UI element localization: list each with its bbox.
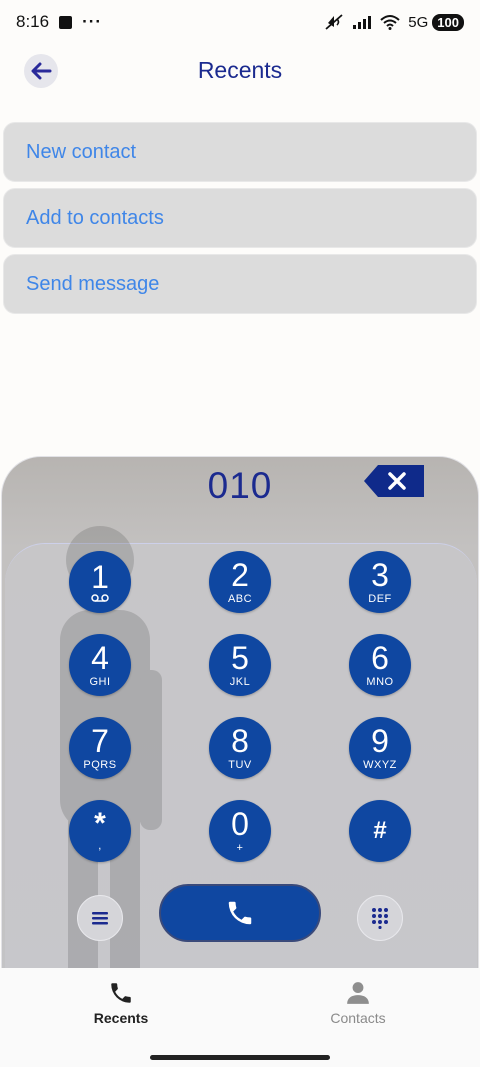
key-9[interactable]: 9 WXYZ xyxy=(349,717,411,779)
dialpad-icon xyxy=(372,908,388,929)
status-bar: 8:16 ··· 5G 100 xyxy=(0,0,480,44)
new-contact-button[interactable]: New contact xyxy=(3,122,477,182)
menu-icon xyxy=(92,912,108,925)
status-right: 5G 100 xyxy=(324,13,464,31)
key-6[interactable]: 6 MNO xyxy=(349,634,411,696)
menu-button[interactable] xyxy=(77,895,123,941)
wifi-icon xyxy=(380,15,400,30)
key-3[interactable]: 3 DEF xyxy=(349,551,411,613)
person-icon xyxy=(347,982,369,1004)
key-star[interactable]: * , xyxy=(69,800,131,862)
key-2[interactable]: 2 ABC xyxy=(209,551,271,613)
action-list: New contact Add to contacts Send message xyxy=(3,122,477,320)
key-4[interactable]: 4 GHI xyxy=(69,634,131,696)
key-7[interactable]: 7 PQRS xyxy=(69,717,131,779)
home-indicator xyxy=(150,1055,330,1060)
nav-recents-label: Recents xyxy=(93,1010,149,1026)
nav-contacts[interactable]: Contacts xyxy=(298,980,418,1026)
status-more-icon: ··· xyxy=(82,12,103,31)
bottom-nav: Recents Contacts xyxy=(0,968,480,1067)
status-time: 8:16 xyxy=(16,12,50,31)
dialpad-toggle-button[interactable] xyxy=(357,895,403,941)
key-0[interactable]: 0 + xyxy=(209,800,271,862)
key-8[interactable]: 8 TUV xyxy=(209,717,271,779)
signal-icon xyxy=(353,16,372,29)
send-message-button[interactable]: Send message xyxy=(3,254,477,314)
key-hash[interactable]: # xyxy=(349,800,411,862)
nav-recents[interactable]: Recents xyxy=(61,980,181,1026)
voicemail-icon xyxy=(91,594,109,602)
nav-contacts-label: Contacts xyxy=(330,1010,386,1026)
network-type: 5G xyxy=(408,13,429,31)
key-1[interactable]: 1 xyxy=(69,551,131,613)
status-left: 8:16 ··· xyxy=(16,12,102,32)
key-5[interactable]: 5 JKL xyxy=(209,634,271,696)
notification-icon xyxy=(59,15,73,29)
recents-phone-icon xyxy=(111,983,131,1003)
header: Recents xyxy=(0,48,480,94)
call-button[interactable] xyxy=(159,884,321,942)
mute-icon xyxy=(325,14,343,30)
battery-icon: 100 xyxy=(432,13,464,31)
backspace-button[interactable] xyxy=(364,465,426,497)
add-to-contacts-button[interactable]: Add to contacts xyxy=(3,188,477,248)
phone-icon xyxy=(228,901,252,925)
page-title: Recents xyxy=(197,57,283,83)
